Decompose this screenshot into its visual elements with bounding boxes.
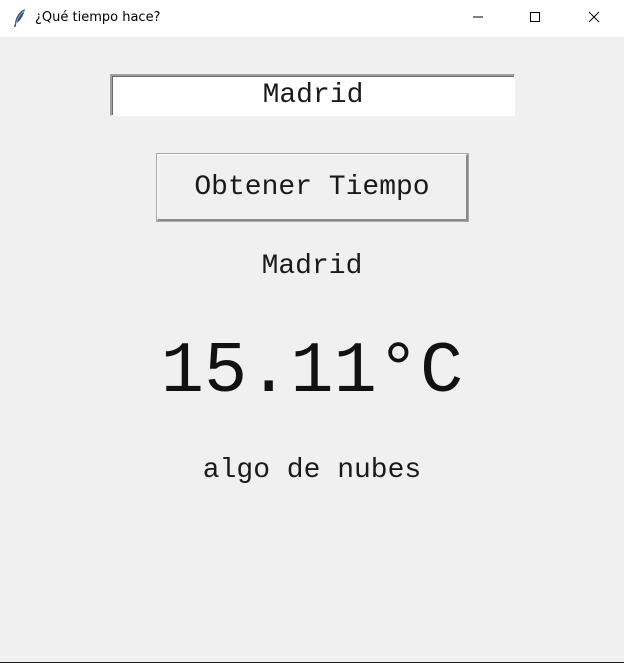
city-name-label: Madrid — [261, 251, 363, 282]
close-icon — [588, 10, 600, 28]
main-content: Obtener Tiempo Madrid 15.11°C algo de nu… — [0, 37, 624, 662]
minimize-button[interactable] — [455, 0, 501, 37]
temperature-label: 15.11°C — [160, 331, 464, 413]
city-input[interactable] — [110, 74, 515, 116]
window-title: ¿Qué tiempo hace? — [35, 10, 161, 25]
feather-icon — [12, 8, 28, 28]
app-window: ¿Qué tiempo hace? Obtener Tiempo Madrid … — [0, 0, 624, 663]
maximize-icon — [529, 10, 541, 28]
title-bar[interactable]: ¿Qué tiempo hace? — [0, 0, 624, 37]
get-weather-button[interactable]: Obtener Tiempo — [157, 154, 468, 221]
maximize-button[interactable] — [512, 0, 558, 37]
minimize-icon — [472, 10, 484, 28]
close-button[interactable] — [571, 0, 617, 37]
weather-description-label: algo de nubes — [202, 455, 422, 486]
